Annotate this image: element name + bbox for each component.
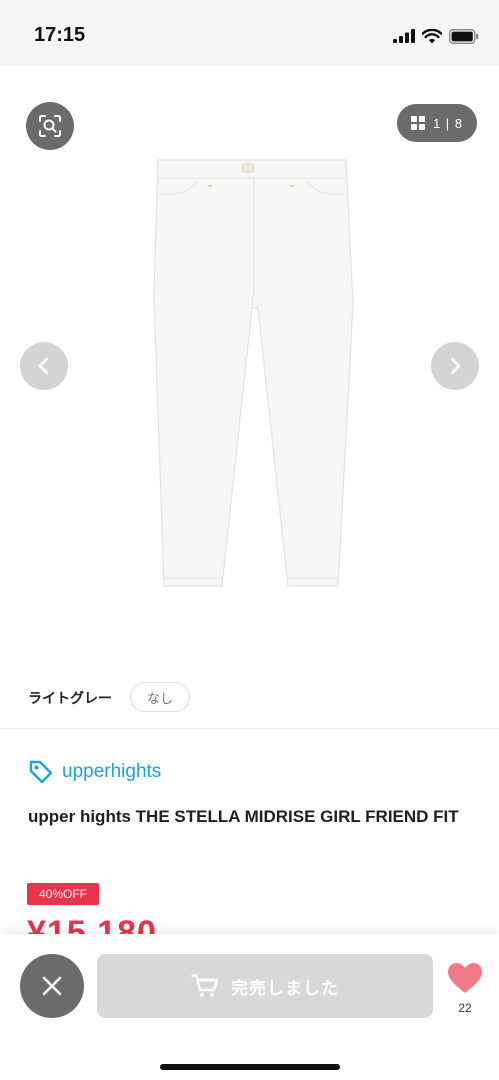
sold-out-button[interactable]: 完売しました bbox=[97, 954, 433, 1018]
heart-icon bbox=[448, 963, 482, 993]
next-image-button[interactable] bbox=[431, 342, 479, 390]
battery-icon bbox=[449, 28, 479, 44]
grid-icon bbox=[410, 116, 425, 130]
sold-out-label: 完売しました bbox=[231, 978, 339, 998]
image-counter-text: 1 | 8 bbox=[432, 115, 464, 131]
close-button[interactable] bbox=[20, 954, 84, 1018]
chevron-right-icon bbox=[450, 357, 461, 375]
status-icons bbox=[393, 27, 479, 45]
discount-badge: 40%OFF bbox=[27, 883, 99, 905]
size-stock-chip[interactable]: なし bbox=[130, 682, 190, 712]
image-search-icon bbox=[39, 115, 61, 137]
wifi-icon bbox=[422, 28, 442, 43]
chevron-left-icon bbox=[38, 357, 49, 375]
image-search-button[interactable] bbox=[26, 102, 74, 150]
signal-icon bbox=[393, 29, 415, 43]
status-bar: 17:15 bbox=[0, 0, 499, 66]
tag-icon bbox=[29, 760, 53, 784]
cart-icon bbox=[191, 974, 219, 997]
prev-image-button[interactable] bbox=[20, 342, 68, 390]
bottom-action-bar: 完売しました 22 bbox=[0, 934, 499, 1080]
color-name: ライトグレー bbox=[28, 690, 112, 706]
favorite-count: 22 bbox=[458, 1001, 472, 1015]
favorite-button[interactable]: 22 bbox=[445, 962, 485, 1015]
brand-link[interactable]: upperhights bbox=[28, 758, 161, 786]
color-option-row[interactable]: ライトグレー なし bbox=[0, 680, 499, 716]
brand-name[interactable]: upperhights bbox=[62, 761, 161, 783]
product-image bbox=[153, 159, 354, 587]
product-gallery[interactable]: 1 | 8 bbox=[0, 66, 499, 666]
close-icon bbox=[42, 976, 62, 996]
status-time: 17:15 bbox=[34, 24, 86, 46]
image-counter[interactable]: 1 | 8 bbox=[397, 104, 477, 142]
home-indicator bbox=[160, 1064, 340, 1070]
product-title: upper hights THE STELLA MIDRISE GIRL FRI… bbox=[28, 807, 459, 826]
divider bbox=[0, 728, 499, 729]
